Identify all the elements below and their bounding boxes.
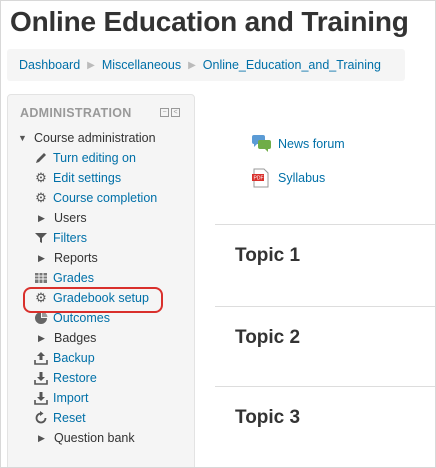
- tree-item-import[interactable]: Import: [34, 389, 88, 407]
- tree-item-restore[interactable]: Restore: [34, 369, 97, 387]
- triangle-right-icon: ▶: [38, 252, 45, 263]
- activity-label: Syllabus: [278, 171, 326, 185]
- tree-item-label: Import: [53, 391, 89, 405]
- tree-item-label: Filters: [53, 231, 88, 245]
- tree-item-label: Course completion: [53, 191, 158, 205]
- topic-title[interactable]: Topic 1: [235, 245, 300, 267]
- tree-item-filters[interactable]: Filters: [34, 229, 87, 247]
- import-icon: [34, 391, 48, 405]
- tree-item-label: Grades: [53, 271, 94, 285]
- tree-item-turn-editing-on[interactable]: Turn editing on: [34, 149, 136, 167]
- pencil-icon: [34, 151, 48, 165]
- table-icon: [34, 271, 48, 285]
- tree-item-label: Outcomes: [53, 311, 110, 325]
- tree-item-grades[interactable]: Grades: [34, 269, 94, 287]
- activity-label: News forum: [278, 137, 345, 151]
- topic-title[interactable]: Topic 2: [235, 327, 300, 349]
- triangle-right-icon: ▶: [38, 212, 45, 223]
- breadcrumb-separator-icon: ▶: [87, 59, 95, 71]
- tree-item-label: Course administration: [34, 131, 156, 145]
- forum-icon: [251, 134, 271, 154]
- page-title: Online Education and Training: [10, 6, 409, 37]
- pdf-icon: PDF: [251, 168, 271, 188]
- triangle-down-icon: ▼: [18, 133, 27, 143]
- topic-section: Topic 3: [215, 386, 435, 467]
- tree-item-badges[interactable]: ▶ Badges: [38, 329, 96, 347]
- tree-item-label: Reset: [53, 411, 86, 425]
- activity-syllabus[interactable]: PDF Syllabus: [251, 168, 325, 188]
- triangle-right-icon: ▶: [38, 332, 45, 343]
- activity-news-forum[interactable]: News forum: [251, 134, 345, 154]
- dock-icon[interactable]: <: [171, 108, 180, 117]
- tree-item-edit-settings[interactable]: ⚙ Edit settings: [34, 169, 121, 187]
- svg-text:PDF: PDF: [254, 176, 264, 182]
- collapse-icon[interactable]: −: [160, 108, 169, 117]
- window-frame: Online Education and Training Dashboard …: [0, 0, 436, 468]
- gear-icon: ⚙: [35, 170, 47, 185]
- tree-item-backup[interactable]: Backup: [34, 349, 95, 367]
- gear-icon: ⚙: [35, 190, 47, 205]
- tree-item-label: Backup: [53, 351, 95, 365]
- triangle-right-icon: ▶: [38, 432, 45, 443]
- topic-section: Topic 2: [215, 306, 435, 387]
- tree-item-label: Turn editing on: [53, 151, 136, 165]
- topic-title[interactable]: Topic 3: [235, 407, 300, 429]
- tree-item-reports[interactable]: ▶ Reports: [38, 249, 98, 267]
- tree-item-course-administration[interactable]: ▼ Course administration: [18, 129, 156, 147]
- tree-item-users[interactable]: ▶ Users: [38, 209, 87, 227]
- block-controls: − <: [160, 108, 180, 117]
- upload-icon: [34, 351, 48, 365]
- tree-item-label: Reports: [54, 251, 98, 265]
- reset-icon: [34, 411, 48, 425]
- administration-heading: ADMINISTRATION: [20, 106, 132, 120]
- tree-item-question-bank[interactable]: ▶ Question bank: [38, 429, 135, 447]
- topic-section: Topic 1: [215, 224, 435, 307]
- tree-item-reset[interactable]: Reset: [34, 409, 86, 427]
- highlight-callout: [23, 287, 163, 313]
- breadcrumb-course[interactable]: Online_Education_and_Training: [203, 58, 381, 72]
- course-content: News forum PDF Syllabus Topic 1 Topic 2 …: [215, 94, 435, 467]
- breadcrumb-separator-icon: ▶: [188, 59, 196, 71]
- tree-item-label: Edit settings: [53, 171, 122, 185]
- administration-block: ADMINISTRATION − < ▼ Course administrati…: [7, 94, 195, 467]
- tree-item-label: Question bank: [54, 431, 135, 445]
- pie-icon: [34, 311, 48, 325]
- download-icon: [34, 371, 48, 385]
- tree-item-label: Users: [54, 211, 87, 225]
- filter-icon: [34, 231, 48, 245]
- tree-item-label: Restore: [53, 371, 97, 385]
- breadcrumb: Dashboard ▶ Miscellaneous ▶ Online_Educa…: [7, 49, 405, 81]
- tree-item-course-completion[interactable]: ⚙ Course completion: [34, 189, 157, 207]
- breadcrumb-miscellaneous[interactable]: Miscellaneous: [102, 58, 181, 72]
- tree-item-label: Badges: [54, 331, 97, 345]
- breadcrumb-dashboard[interactable]: Dashboard: [19, 58, 80, 72]
